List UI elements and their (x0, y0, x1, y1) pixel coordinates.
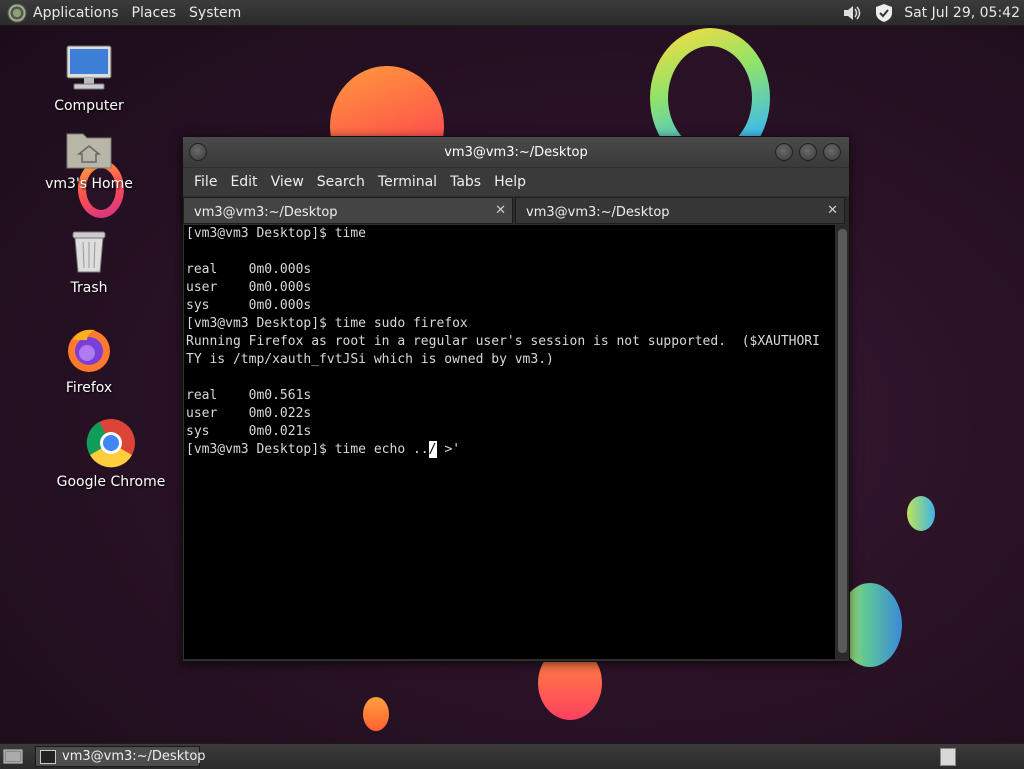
menu-terminal[interactable]: Terminal (378, 174, 437, 190)
desktop-icon-home[interactable]: vm3's Home (45, 128, 133, 192)
terminal-tab-bar: vm3@vm3:~/Desktop ✕ vm3@vm3:~/Desktop ✕ (183, 197, 849, 224)
scrollbar-thumb[interactable] (838, 229, 847, 653)
menu-places[interactable]: Places (132, 5, 177, 21)
minimize-icon[interactable] (775, 143, 793, 161)
tab-label: vm3@vm3:~/Desktop (194, 205, 338, 220)
taskbar-button-label: vm3@vm3:~/Desktop (62, 749, 206, 764)
distro-logo-icon[interactable] (7, 2, 27, 23)
menu-applications[interactable]: Applications (33, 5, 119, 21)
home-folder-icon (66, 133, 112, 169)
desktop-icon-label: Firefox (65, 380, 113, 396)
terminal-line: user 0m0.000s (186, 280, 312, 295)
terminal-line: TY is /tmp/xauth_fvtJSi which is owned b… (186, 352, 554, 367)
close-icon[interactable] (823, 143, 841, 161)
wallpaper-small-blob (363, 697, 389, 731)
computer-icon (66, 45, 112, 90)
terminal-line: real 0m0.000s (186, 262, 312, 277)
clock[interactable]: Sat Jul 29, 05:42 (904, 5, 1020, 21)
terminal-line: sys 0m0.000s (186, 298, 312, 313)
taskbar-terminal-button[interactable]: vm3@vm3:~/Desktop (35, 746, 206, 767)
menu-help[interactable]: Help (494, 174, 526, 190)
menu-file[interactable]: File (194, 174, 217, 190)
volume-icon[interactable] (842, 4, 864, 22)
tab-close-icon[interactable]: ✕ (827, 203, 838, 218)
wallpaper-green-blob-small (907, 496, 935, 531)
desktop-icon-label: Computer (54, 98, 124, 114)
menu-edit[interactable]: Edit (230, 174, 257, 190)
tab-1[interactable]: vm3@vm3:~/Desktop ✕ (183, 197, 513, 224)
desktop-icon-label: Google Chrome (56, 474, 166, 490)
terminal-line: sys 0m0.021s (186, 424, 312, 439)
terminal-icon (40, 750, 56, 764)
terminal-window[interactable]: vm3@vm3:~/Desktop File Edit View Search … (182, 136, 850, 662)
tab-label: vm3@vm3:~/Desktop (526, 205, 670, 220)
menu-system[interactable]: System (189, 5, 241, 21)
menu-tabs[interactable]: Tabs (450, 174, 481, 190)
terminal-output[interactable]: [vm3@vm3 Desktop]$ time real 0m0.000s us… (184, 225, 835, 659)
tab-close-icon[interactable]: ✕ (495, 203, 506, 218)
workspace-switcher[interactable] (940, 748, 956, 766)
terminal-scrollbar[interactable] (836, 225, 849, 659)
tab-2[interactable]: vm3@vm3:~/Desktop ✕ (515, 197, 845, 224)
terminal-line: [vm3@vm3 Desktop]$ time (186, 226, 367, 241)
prompt-text: [vm3@vm3 Desktop]$ time echo .. (186, 442, 429, 457)
menu-view[interactable]: View (271, 174, 304, 190)
prompt-text-after-cursor: >' (436, 442, 461, 457)
firefox-icon (68, 329, 110, 372)
terminal-menubar: File Edit View Search Terminal Tabs Help (183, 168, 849, 196)
desktop-icon-label: Trash (70, 280, 108, 296)
window-titlebar[interactable]: vm3@vm3:~/Desktop (183, 137, 849, 167)
desktop-icon-chrome[interactable]: Google Chrome (55, 418, 167, 490)
show-desktop-icon[interactable] (3, 748, 23, 765)
desktop-icon-label: vm3's Home (45, 176, 133, 192)
terminal-line: [vm3@vm3 Desktop]$ time sudo firefox (186, 316, 468, 331)
terminal-prompt-line[interactable]: [vm3@vm3 Desktop]$ time echo ../ >' (184, 441, 835, 459)
terminal-line: real 0m0.561s (186, 388, 312, 403)
shield-icon[interactable] (874, 3, 894, 23)
terminal-line: Running Firefox as root in a regular use… (186, 334, 820, 349)
top-panel: Applications Places System Sat Jul 29, 0… (0, 0, 1024, 26)
terminal-line: user 0m0.022s (186, 406, 312, 421)
maximize-icon[interactable] (799, 143, 817, 161)
desktop-icon-computer[interactable]: Computer (50, 44, 128, 114)
desktop-icon-trash[interactable]: Trash (50, 228, 128, 296)
window-title: vm3@vm3:~/Desktop (444, 145, 588, 160)
desktop-icon-firefox[interactable]: Firefox (50, 326, 128, 396)
trash-icon (72, 231, 106, 273)
text-cursor: / (428, 441, 437, 458)
bottom-panel: vm3@vm3:~/Desktop (0, 743, 1024, 769)
chrome-icon (86, 419, 135, 468)
menu-search[interactable]: Search (317, 174, 365, 190)
